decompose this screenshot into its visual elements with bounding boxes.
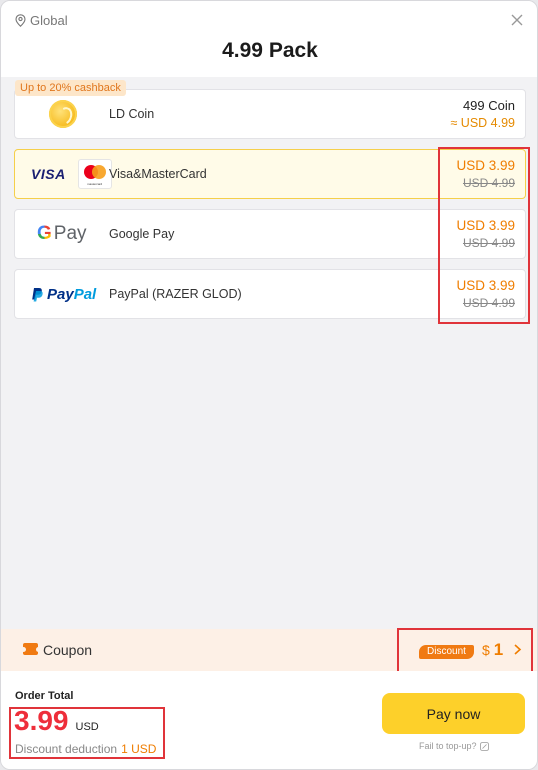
payment-option-ld-coin[interactable]: LD Coin 499 Coin ≈ USD 4.99: [14, 89, 526, 139]
payment-option-label: PayPal (RAZER GLOD): [109, 287, 242, 301]
coin-usd-equivalent: ≈ USD 4.99: [450, 116, 515, 130]
order-total-label: Order Total: [15, 690, 74, 702]
mastercard-logo: mastercard: [77, 159, 112, 189]
edit-icon: [479, 741, 489, 751]
payment-option-label: LD Coin: [109, 107, 155, 121]
paypal-logo: PayPal: [31, 277, 96, 311]
pay-now-button[interactable]: Pay now: [382, 693, 525, 734]
fail-to-top-up-link[interactable]: Fail to top-up?: [419, 741, 489, 751]
google-pay-logo: G Pay: [37, 223, 87, 244]
location-pin-icon: [15, 14, 26, 27]
payment-option-label: Visa&MasterCard: [109, 167, 207, 181]
coupon-icon: [20, 643, 41, 655]
region-label: Global: [30, 13, 68, 28]
close-icon[interactable]: [509, 12, 525, 28]
total-highlight-box: [9, 707, 165, 759]
paypal-icon: [32, 287, 43, 301]
ld-coin-logo: [25, 97, 77, 131]
cashback-badge: Up to 20% cashback: [15, 80, 126, 96]
visa-logo: VISA: [31, 166, 66, 182]
payment-option-label: Google Pay: [109, 227, 175, 241]
region-selector[interactable]: Global: [15, 13, 68, 28]
coupon-label: Coupon: [43, 642, 93, 658]
coupon-highlight-box: [397, 628, 533, 674]
coin-amount: 499 Coin ≈ USD 4.99: [450, 98, 515, 130]
price-highlight-box: [438, 147, 530, 324]
visa-mastercard-logo: VISA mastercard: [25, 157, 112, 191]
page-title: 4.99 Pack: [222, 39, 318, 62]
coin-icon: [49, 100, 77, 128]
dialog-header: Global 4.99 Pack: [1, 1, 537, 77]
payment-dialog: Global 4.99 Pack LD Coin 499 Coin ≈ USD …: [0, 0, 538, 770]
coin-count: 499 Coin: [462, 98, 515, 113]
